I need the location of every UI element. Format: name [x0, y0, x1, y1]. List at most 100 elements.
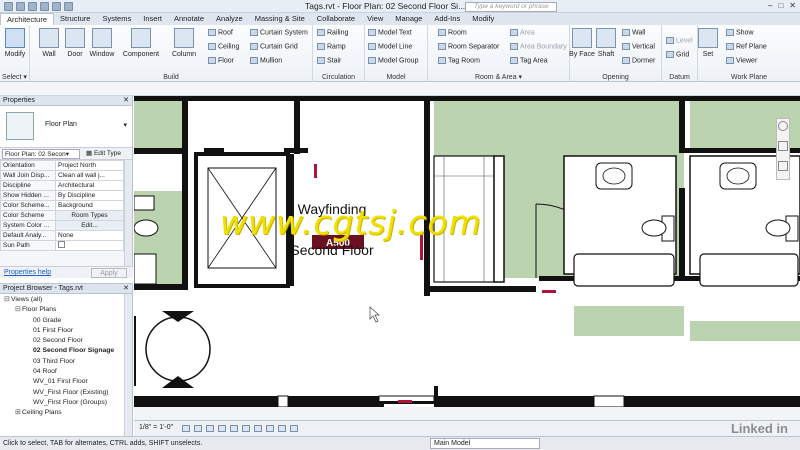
browser-scrollbar[interactable]: [124, 294, 132, 436]
instance-selector[interactable]: Floor Plan: 02 Secon▾: [2, 149, 80, 159]
browser-node[interactable]: 04 Roof: [0, 367, 132, 377]
type-selector[interactable]: Floor Plan ▾: [0, 106, 132, 148]
close-icon[interactable]: ✕: [123, 284, 129, 294]
area-boundary-button[interactable]: Area Boundary: [510, 43, 567, 50]
modify-button[interactable]: Modify: [0, 28, 32, 58]
sun-path-checkbox[interactable]: [58, 241, 65, 248]
curtain-system-button[interactable]: Curtain System: [250, 29, 308, 36]
ramp-button[interactable]: Ramp: [317, 43, 346, 50]
tab-view[interactable]: View: [361, 13, 389, 25]
edit-type-button[interactable]: ▦ Edit Type: [86, 149, 121, 157]
model-group-button[interactable]: Model Group: [368, 57, 418, 64]
model-line-button[interactable]: Model Line: [368, 43, 412, 50]
shaft-button[interactable]: Shaft: [592, 28, 620, 58]
apply-button[interactable]: Apply: [91, 268, 127, 278]
tab-add-ins[interactable]: Add-Ins: [428, 13, 466, 25]
browser-node[interactable]: 03 Third Floor: [0, 357, 132, 367]
room-area-panel-label[interactable]: Room & Area ▾: [428, 73, 569, 81]
active-workset-selector[interactable]: Main Model: [430, 438, 540, 449]
reveal-hidden-icon[interactable]: [278, 425, 286, 432]
tab-manage[interactable]: Manage: [389, 13, 428, 25]
redo-icon[interactable]: [52, 2, 61, 11]
close-icon[interactable]: ✕: [123, 96, 129, 106]
zoom-extents-icon[interactable]: [778, 161, 788, 171]
tag-room-button[interactable]: Tag Room: [438, 57, 480, 64]
tab-modify[interactable]: Modify: [466, 13, 500, 25]
railing-button[interactable]: Railing: [317, 29, 348, 36]
temporary-hide-icon[interactable]: [266, 425, 274, 432]
minimize-icon[interactable]: –: [768, 1, 772, 10]
view-scale[interactable]: 1/8" = 1'-0": [139, 424, 173, 431]
floor-button[interactable]: Floor: [208, 57, 234, 64]
ref-plane-button[interactable]: Ref Plane: [726, 43, 767, 50]
set-button[interactable]: Set: [694, 28, 722, 58]
mullion-button[interactable]: Mullion: [250, 57, 282, 64]
browser-node[interactable]: 02 Second Floor Signage: [0, 346, 132, 356]
tab-architecture[interactable]: Architecture: [0, 13, 55, 25]
close-icon[interactable]: ✕: [789, 1, 796, 10]
tab-annotate[interactable]: Annotate: [168, 13, 210, 25]
component-button[interactable]: Component: [120, 28, 162, 58]
browser-node[interactable]: 01 First Floor: [0, 326, 132, 336]
dormer-button[interactable]: Dormer: [622, 57, 655, 64]
browser-node[interactable]: ⊟Floor Plans: [0, 305, 132, 315]
app-menu-icon[interactable]: [4, 2, 13, 11]
show-crop-icon[interactable]: [242, 425, 250, 432]
shadows-icon[interactable]: [218, 425, 226, 432]
roof-button[interactable]: Roof: [208, 29, 233, 36]
tab-structure[interactable]: Structure: [54, 13, 96, 25]
undo-icon[interactable]: [40, 2, 49, 11]
tab-analyze[interactable]: Analyze: [210, 13, 249, 25]
lock-view-icon[interactable]: [254, 425, 262, 432]
ceiling-button[interactable]: Ceiling: [208, 43, 239, 50]
visual-style-icon[interactable]: [194, 425, 202, 432]
browser-node[interactable]: ⊟Views (all): [0, 295, 132, 305]
canvas-scroll-area[interactable]: [134, 407, 800, 420]
open-icon[interactable]: [16, 2, 25, 11]
save-icon[interactable]: [28, 2, 37, 11]
chevron-down-icon[interactable]: ▾: [123, 121, 127, 129]
grid-button[interactable]: Grid: [666, 51, 689, 58]
tab-systems[interactable]: Systems: [96, 13, 137, 25]
crop-view-icon[interactable]: [230, 425, 238, 432]
search-input[interactable]: Type a keyword or phrase: [465, 2, 557, 12]
browser-node[interactable]: ⊞Ceiling Plans: [0, 408, 132, 418]
browser-node[interactable]: WV_First Floor (Existing): [0, 388, 132, 398]
room-button[interactable]: Room: [438, 29, 467, 36]
curtain-grid-button[interactable]: Curtain Grid: [250, 43, 298, 50]
window-button[interactable]: Window: [85, 28, 119, 58]
tab-collaborate[interactable]: Collaborate: [311, 13, 361, 25]
column-button[interactable]: Column: [167, 28, 201, 58]
model-text-button[interactable]: Model Text: [368, 29, 412, 36]
shaft-icon: [596, 28, 616, 48]
browser-node[interactable]: 00 Grade: [0, 316, 132, 326]
drawing-canvas[interactable]: A500 Wayfinding Second Floor: [134, 96, 800, 407]
properties-scrollbar[interactable]: [124, 160, 132, 267]
area-button[interactable]: Area: [510, 29, 535, 36]
sun-path-icon[interactable]: [206, 425, 214, 432]
expand-toggle-icon[interactable]: ⊟: [4, 295, 11, 305]
browser-node[interactable]: 02 Second Floor: [0, 336, 132, 346]
detail-level-icon[interactable]: [182, 425, 190, 432]
properties-help-link[interactable]: Properties help: [4, 269, 51, 276]
select-panel-label[interactable]: Select ▾: [0, 73, 29, 81]
expand-toggle-icon[interactable]: ⊞: [15, 408, 22, 418]
viewer-button[interactable]: Viewer: [726, 57, 757, 64]
stair-button[interactable]: Stair: [317, 57, 341, 64]
level-button[interactable]: Level: [666, 37, 693, 44]
tag-area-button[interactable]: Tag Area: [510, 57, 548, 64]
steering-wheel-icon[interactable]: [778, 121, 788, 131]
zoom-icon[interactable]: [778, 141, 788, 151]
vertical-opening-button[interactable]: Vertical: [622, 43, 655, 50]
expand-toggle-icon[interactable]: ⊟: [15, 305, 22, 315]
room-separator-button[interactable]: Room Separator: [438, 43, 499, 50]
show-button[interactable]: Show: [726, 29, 754, 36]
tab-insert[interactable]: Insert: [137, 13, 168, 25]
tab-massing-site[interactable]: Massing & Site: [249, 13, 311, 25]
browser-node[interactable]: WV_First Floor (Groups): [0, 398, 132, 408]
analytical-model-icon[interactable]: [290, 425, 298, 432]
print-icon[interactable]: [64, 2, 73, 11]
browser-node[interactable]: WV_01 First Floor: [0, 377, 132, 387]
maximize-icon[interactable]: □: [778, 1, 783, 10]
wall-opening-button[interactable]: Wall: [622, 29, 645, 36]
